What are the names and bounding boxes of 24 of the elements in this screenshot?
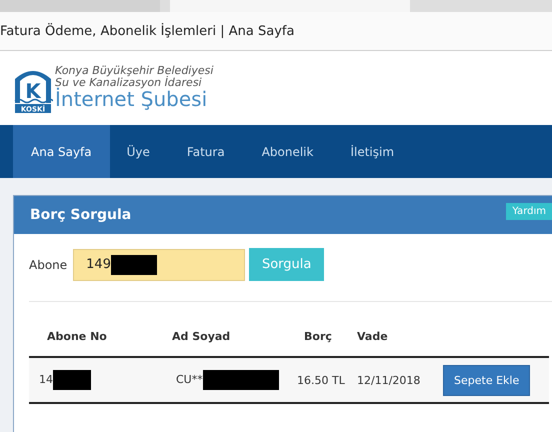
organization-name: Konya Büyükşehir Belediyesi — [55, 65, 214, 77]
site-name: İnternet Şubesi — [55, 88, 208, 110]
table-cell: 12/11/2018 — [357, 374, 420, 386]
nav-tab[interactable]: Üye — [110, 125, 170, 178]
browser-tab[interactable] — [170, 0, 410, 12]
panel-title: Borç Sorgula — [30, 207, 132, 223]
column-header: Vade — [357, 330, 388, 342]
browser-tab[interactable] — [0, 0, 160, 12]
input-field[interactable]: 149 — [73, 248, 246, 280]
column-header: Ad Soyad — [172, 330, 230, 342]
organization-name: Su ve Kanalizasyon İdaresi — [55, 77, 202, 89]
table-cell: 14 — [39, 373, 53, 386]
nav-tab[interactable]: Ana Sayfa — [13, 125, 110, 178]
table-cell: 16.50 TL — [297, 374, 345, 386]
column-header: Borç — [304, 330, 332, 342]
table-cell: CU** — [176, 373, 203, 386]
field-label: Abone — [29, 258, 68, 272]
add-to-cart-button[interactable]: Sepete Ekle — [443, 364, 530, 396]
nav-tab[interactable]: Fatura — [170, 125, 245, 178]
column-header: Abone No — [47, 330, 107, 342]
nav-tab[interactable]: Abonelik — [244, 125, 334, 178]
nav-tab[interactable]: İletişim — [333, 125, 414, 178]
page-title: Fatura Ödeme, Abonelik İşlemleri | Ana Sayfa — [0, 24, 294, 38]
field-value: 149 — [86, 257, 111, 272]
